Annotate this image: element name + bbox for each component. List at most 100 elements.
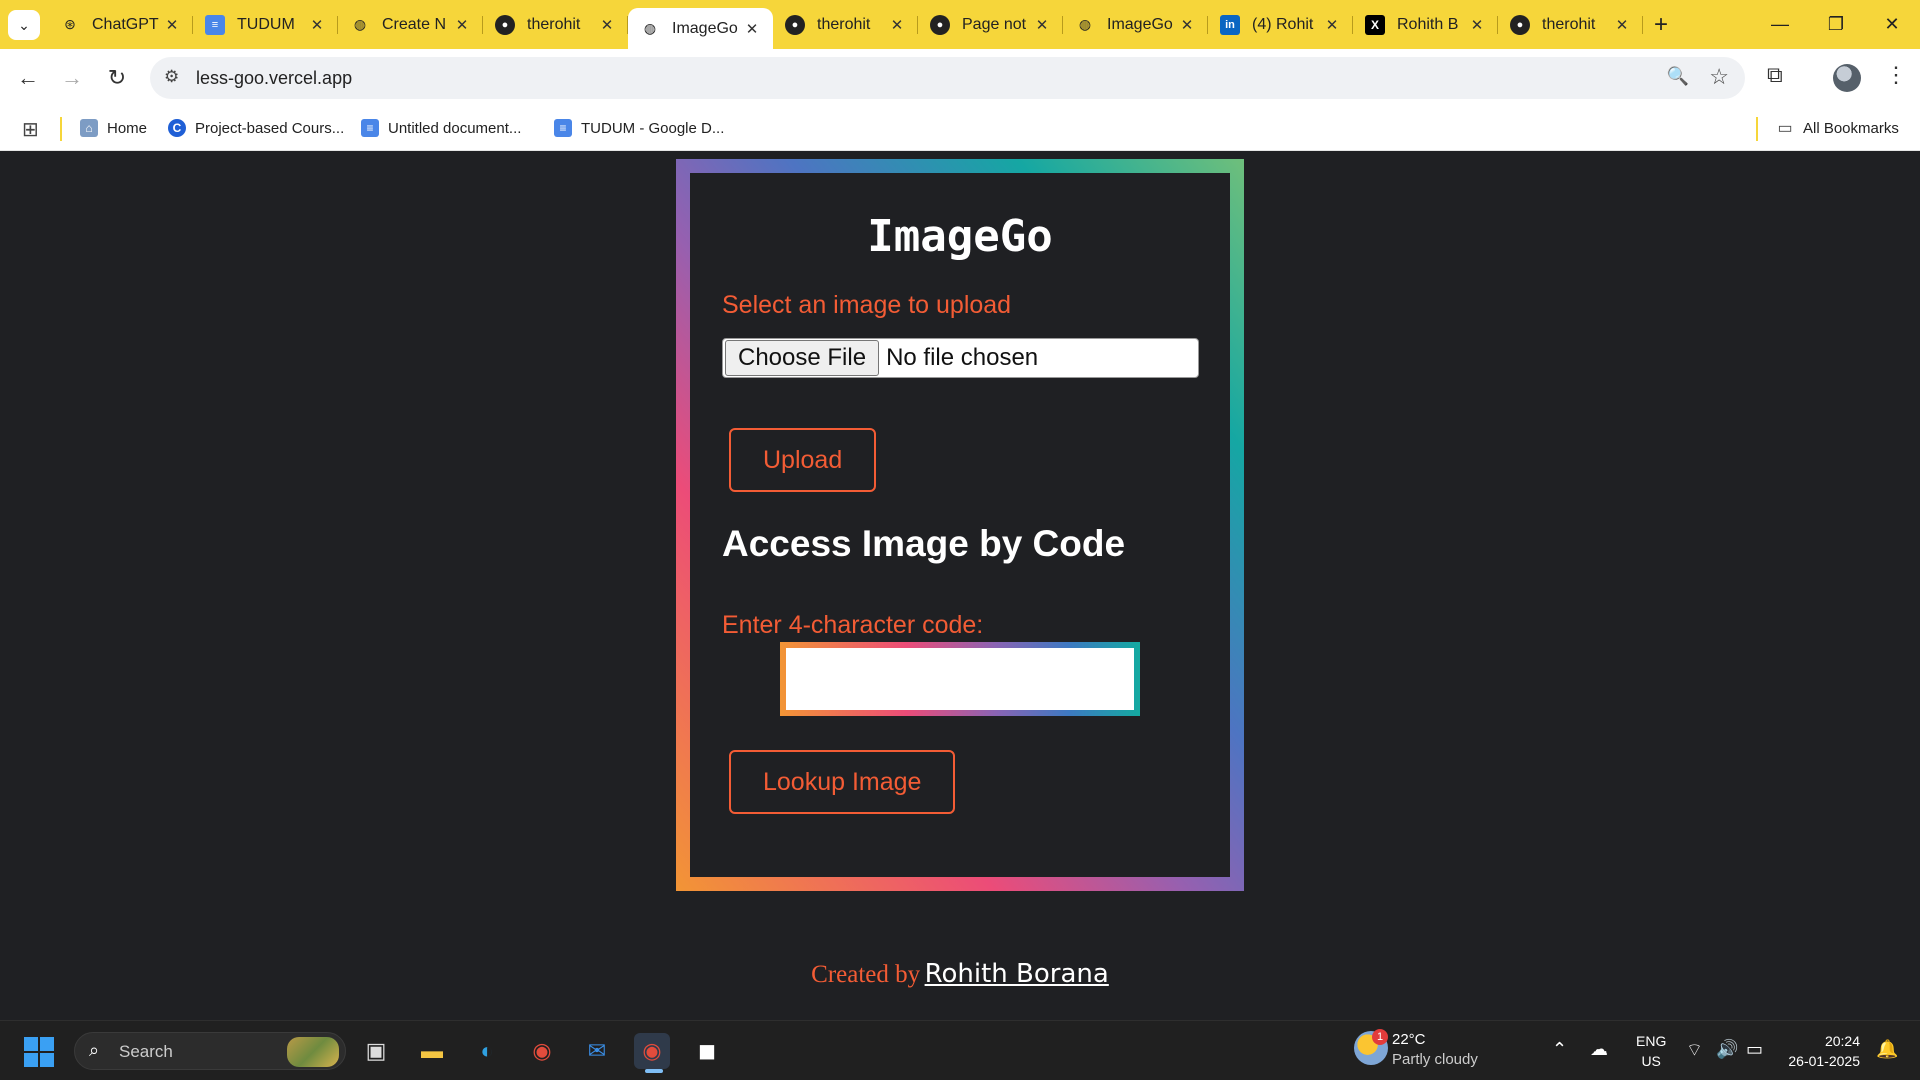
extensions-puzzle-icon[interactable]: ⧉ — [1767, 62, 1783, 88]
close-icon[interactable]: ✕ — [1613, 16, 1631, 34]
tab-title: ImageGo — [672, 19, 738, 37]
windows-taskbar: ⌕ Search ▣ ▬ ◐ ◉ ✉ ◉ ◼ 1 22°C Partly clo… — [0, 1020, 1920, 1080]
onedrive-cloud-icon[interactable]: ☁ — [1590, 1039, 1608, 1060]
clock-date: 26-01-2025 — [1788, 1053, 1860, 1069]
file-explorer-icon[interactable]: ▬ — [414, 1033, 450, 1069]
close-icon[interactable]: ✕ — [598, 16, 616, 34]
weather-description: Partly cloudy — [1392, 1051, 1478, 1068]
restore-icon[interactable]: ❐ — [1808, 0, 1864, 49]
bookmark-label: Untitled document... — [388, 119, 522, 137]
tab-github[interactable]: ● therohit ✕ — [773, 0, 918, 49]
zoom-icon[interactable]: 🔍 — [1667, 66, 1689, 87]
address-bar[interactable]: ⚙ less-goo.vercel.app 🔍 ☆ — [150, 57, 1745, 99]
bookmark-label: TUDUM - Google D... — [581, 119, 725, 137]
site-info-icon[interactable]: ⚙ — [164, 67, 179, 87]
task-view-icon[interactable]: ▣ — [358, 1033, 394, 1069]
bookmark-home[interactable]: ⌂ Home — [80, 119, 147, 137]
close-icon[interactable]: ✕ — [1323, 16, 1341, 34]
divider — [60, 117, 62, 141]
author-link[interactable]: Rohith Borana — [925, 959, 1109, 989]
plus-icon: + — [1653, 10, 1668, 38]
window-close-icon[interactable]: ✕ — [1864, 0, 1920, 49]
input-language[interactable]: ENG US — [1636, 1031, 1666, 1071]
active-app-indicator — [645, 1069, 663, 1073]
chrome-active-icon[interactable]: ◉ — [634, 1033, 670, 1069]
mail-icon[interactable]: ✉ — [579, 1033, 615, 1069]
close-icon[interactable]: ✕ — [1033, 16, 1051, 34]
tab-create[interactable]: ◍ Create N ✕ — [338, 0, 483, 49]
lang-code: ENG — [1636, 1033, 1667, 1049]
forward-arrow-icon[interactable]: → — [56, 62, 88, 94]
back-arrow-icon[interactable]: ← — [12, 62, 44, 94]
bookmark-project-courses[interactable]: C Project-based Cours... — [168, 119, 344, 137]
close-icon[interactable]: ✕ — [743, 20, 761, 38]
tab-strip: ⌄ ⊛ ChatGPT ✕ ≡ TUDUM ✕ ◍ Create N ✕ ● t… — [0, 0, 1920, 49]
tab-title: Rohith B — [1397, 15, 1459, 33]
tab-search-button[interactable]: ⌄ — [8, 10, 40, 40]
minimize-icon[interactable]: — — [1752, 0, 1808, 49]
bookmark-untitled-doc[interactable]: ≡ Untitled document... — [361, 119, 521, 137]
github-icon: ● — [930, 14, 950, 35]
tab-imagego-active[interactable]: ◍ ImageGo ✕ — [628, 8, 773, 49]
globe-icon: ◍ — [1078, 16, 1092, 32]
chevron-up-icon[interactable]: ⌃ — [1552, 1039, 1567, 1060]
system-clock[interactable]: 20:24 26-01-2025 — [1784, 1031, 1860, 1071]
notification-bell-icon[interactable]: 🔔 — [1876, 1039, 1898, 1060]
profile-avatar[interactable] — [1833, 64, 1861, 92]
close-icon[interactable]: ✕ — [1178, 16, 1196, 34]
tab-github[interactable]: ● therohit ✕ — [1498, 0, 1643, 49]
reload-icon[interactable]: ↻ — [101, 62, 133, 94]
app-icon[interactable]: ◼ — [689, 1033, 725, 1069]
weather-badge: 1 — [1372, 1029, 1388, 1045]
access-section-title: Access Image by Code — [722, 523, 1126, 564]
tab-page-not-found[interactable]: ● Page not ✕ — [918, 0, 1063, 49]
tab-imagego[interactable]: ◍ ImageGo ✕ — [1063, 0, 1208, 49]
bookmark-tudum[interactable]: ≡ TUDUM - Google D... — [554, 119, 724, 137]
close-icon[interactable]: ✕ — [453, 16, 471, 34]
tab-linkedin[interactable]: in (4) Rohit ✕ — [1208, 0, 1353, 49]
page-content: ImageGo Select an image to upload Choose… — [0, 151, 1920, 1020]
bookmark-star-icon[interactable]: ☆ — [1709, 64, 1729, 90]
tab-github[interactable]: ● therohit ✕ — [483, 0, 628, 49]
kebab-menu-icon[interactable]: ⋮ — [1885, 62, 1907, 88]
github-icon: ● — [1510, 14, 1530, 35]
github-icon: ● — [495, 14, 515, 35]
url-text[interactable]: less-goo.vercel.app — [196, 68, 352, 89]
tab-chatgpt[interactable]: ⊛ ChatGPT ✕ — [48, 0, 193, 49]
close-icon[interactable]: ✕ — [163, 16, 181, 34]
apps-grid-icon[interactable]: ⊞ — [22, 117, 39, 142]
tab-title: ImageGo — [1107, 15, 1173, 33]
lookup-image-button[interactable]: Lookup Image — [729, 750, 956, 814]
page-title: ImageGo — [867, 211, 1053, 262]
tab-title: therohit — [1542, 15, 1596, 33]
close-icon[interactable]: ✕ — [308, 16, 326, 34]
weather-temperature: 22°C — [1392, 1031, 1426, 1048]
chrome-icon[interactable]: ◉ — [524, 1033, 560, 1069]
file-input[interactable]: Choose File No file chosen — [722, 338, 1199, 378]
new-tab-button[interactable]: + — [1643, 0, 1679, 49]
code-input[interactable] — [786, 648, 1134, 710]
clock-time: 20:24 — [1824, 1033, 1860, 1049]
taskbar-search[interactable]: ⌕ Search — [74, 1032, 346, 1070]
edge-icon[interactable]: ◐ — [469, 1033, 505, 1069]
tab-title: Page not — [962, 15, 1027, 33]
battery-icon[interactable]: ▭ — [1746, 1039, 1763, 1060]
coursera-icon: C — [168, 119, 186, 137]
chevron-down-icon: ⌄ — [18, 16, 30, 33]
tab-x[interactable]: X Rohith B ✕ — [1353, 0, 1498, 49]
close-icon[interactable]: ✕ — [888, 16, 906, 34]
upload-label: Select an image to upload — [722, 291, 1012, 319]
browser-toolbar: ← → ↻ ⚙ less-goo.vercel.app 🔍 ☆ — [0, 49, 1920, 107]
choose-file-button[interactable]: Choose File — [725, 340, 880, 376]
tab-title: (4) Rohit — [1252, 15, 1314, 33]
volume-icon[interactable]: 🔊 — [1716, 1039, 1738, 1060]
lang-region: US — [1641, 1053, 1661, 1069]
tab-tudum[interactable]: ≡ TUDUM ✕ — [193, 0, 338, 49]
code-label: Enter 4-character code: — [722, 611, 984, 639]
google-docs-icon: ≡ — [205, 14, 225, 35]
upload-button[interactable]: Upload — [729, 428, 877, 492]
all-bookmarks-button[interactable]: ▭ All Bookmarks — [1776, 119, 1898, 138]
windows-start-icon[interactable] — [24, 1037, 54, 1067]
wifi-icon[interactable]: ⌔ — [1686, 1039, 1703, 1062]
close-icon[interactable]: ✕ — [1468, 16, 1486, 34]
